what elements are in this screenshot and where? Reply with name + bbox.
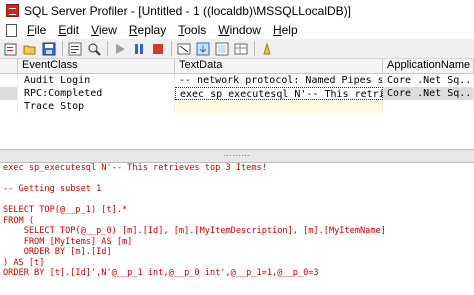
splitter-grip-icon: ⋯⋯⋯ [223,151,251,160]
cell-eventclass: Trace Stop [18,100,175,113]
cell-applicationname: Core .Net Sq... [383,87,474,100]
menu-view[interactable]: View [85,23,123,37]
stop-icon[interactable] [150,41,166,57]
textdata-detail-pane[interactable]: exec sp_executesql N'-- This retrieves t… [0,163,474,295]
table-row-selected[interactable]: RPC:Completed exec sp_executesql N'-- Th… [0,87,474,100]
grid-icon[interactable] [233,41,249,57]
toolbar-separator [107,41,108,56]
menu-window[interactable]: Window [212,23,267,37]
menu-mnemonic: V [91,23,99,37]
detail-line: ORDER BY [t].[Id]',N'@__p_1 int,@__p_0 i… [3,268,319,278]
cell-eventclass: RPC:Completed [18,87,175,100]
detail-line [0,195,474,206]
document-icon[interactable] [6,23,17,37]
menu-mnemonic: W [218,23,230,37]
detail-line: FROM ( [3,215,35,226]
cell-eventclass: Audit Login [18,74,175,87]
start-icon[interactable] [112,41,128,57]
menu-replay[interactable]: Replay [123,23,172,37]
menu-bar: File Edit View Replay Tools Window Help [0,21,474,39]
detail-line: -- Getting subset 1 [3,184,102,194]
toolbar-separator [62,41,63,56]
open-icon[interactable] [22,41,38,57]
detail-line: ) AS [t] [3,257,45,268]
detail-line: ORDER BY [m].[Id] [3,247,112,257]
detail-line: SELECT TOP(@__p_0) [m].[Id], [m].[MyItem… [3,226,386,236]
profiler-app-icon [6,4,19,17]
column-header-applicationname[interactable]: ApplicationName [383,59,474,73]
detail-line: exec sp_executesql N'-- This retrieves t… [3,163,267,173]
menu-file[interactable]: File [21,23,52,37]
window-title: SQL Server Profiler - [Untitled - 1 ((lo… [24,3,351,18]
column-header-eventclass[interactable]: EventClass [18,59,175,73]
column-header-textdata[interactable]: TextData [175,59,383,73]
row-selector [0,74,18,87]
toolbar [0,39,474,59]
row-selector-header [0,59,18,73]
row-selector [0,87,18,100]
menu-mnemonic: E [58,23,67,37]
trace-grid: EventClass TextData ApplicationName Audi… [0,59,474,149]
menu-mnemonic: R [128,23,138,37]
cell-textdata: exec sp_executesql N'-- This retrieves .… [175,87,383,100]
row-selector [0,100,18,113]
menu-help[interactable]: Help [267,23,304,37]
pause-icon[interactable] [131,41,147,57]
save-icon[interactable] [41,41,57,57]
grid-header: EventClass TextData ApplicationName [0,59,474,74]
toolbar-separator [171,41,172,56]
cell-textdata: -- network protocol: Named Pipes set q [175,74,383,87]
menu-edit[interactable]: Edit [52,23,85,37]
cell-textdata [175,100,383,113]
detail-line: FROM [MyItems] AS [m] [3,236,133,247]
cell-applicationname [383,100,474,113]
detail-line: SELECT TOP(@__p_1) [t].* [3,205,128,215]
cell-applicationname: Core .Net Sq... [383,74,474,87]
menu-mnemonic: H [272,23,282,37]
properties-icon[interactable] [67,41,83,57]
table-row[interactable]: Audit Login -- network protocol: Named P… [0,74,474,87]
new-trace-icon[interactable] [3,41,19,57]
help-icon[interactable] [259,41,275,57]
table-row[interactable]: Trace Stop [0,100,474,113]
menu-mnemonic: F [27,23,35,37]
scroll-icon[interactable] [195,41,211,57]
toolbar-separator [254,41,255,56]
filter-icon[interactable] [214,41,230,57]
title-bar: SQL Server Profiler - [Untitled - 1 ((lo… [0,0,474,21]
pane-splitter[interactable]: ⋯⋯⋯ [0,149,474,163]
clear-icon[interactable] [176,41,192,57]
menu-mnemonic: T [178,23,185,37]
menu-tools[interactable]: Tools [172,23,212,37]
detail-line [0,174,474,185]
find-icon[interactable] [86,41,102,57]
